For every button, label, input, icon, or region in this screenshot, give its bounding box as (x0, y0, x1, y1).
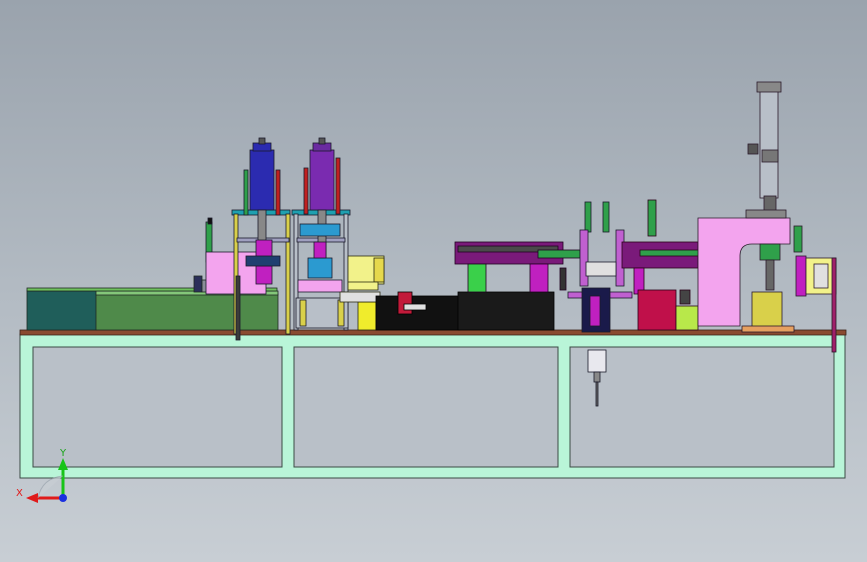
rail-cylinder (537, 249, 581, 259)
magenta-station (621, 199, 701, 331)
triad-y-label: Y (59, 448, 67, 459)
cylinder-left (249, 149, 275, 211)
x-axis-arrowhead (26, 493, 38, 503)
cad-viewport[interactable]: Y X (0, 0, 867, 562)
conveyor-stopper (193, 275, 203, 293)
black-housing (375, 291, 555, 331)
base-frame (19, 333, 846, 479)
red-gripper (397, 291, 413, 315)
conveyor-belt (95, 293, 279, 331)
yellow-block (357, 301, 377, 331)
press-head-right (307, 257, 333, 279)
triad-x-label: X (16, 488, 23, 499)
press-die (751, 291, 783, 329)
rail-support-pink (529, 263, 549, 293)
conveyor-end-block (26, 290, 98, 331)
cylinder-right (309, 149, 335, 211)
machine-assembly-drawing: Y X (16, 81, 847, 503)
probe (587, 349, 607, 373)
rail-support-green (467, 263, 487, 293)
frame-opening-middle (293, 346, 559, 468)
housing-right (457, 291, 555, 331)
press-head-left (255, 239, 273, 259)
purple-rail-unit (454, 241, 581, 293)
c-frame-press (697, 81, 837, 353)
z-axis-dot (59, 494, 67, 502)
frame-opening-right (569, 346, 835, 468)
tall-cylinder (759, 87, 779, 199)
guide-post-left-b (285, 213, 291, 335)
housing-left (375, 295, 461, 331)
frame-opening-left (32, 346, 283, 468)
lime-block (675, 305, 699, 331)
table-top-plate (19, 329, 847, 336)
magenta-block (637, 289, 677, 331)
side-rod (831, 257, 837, 353)
